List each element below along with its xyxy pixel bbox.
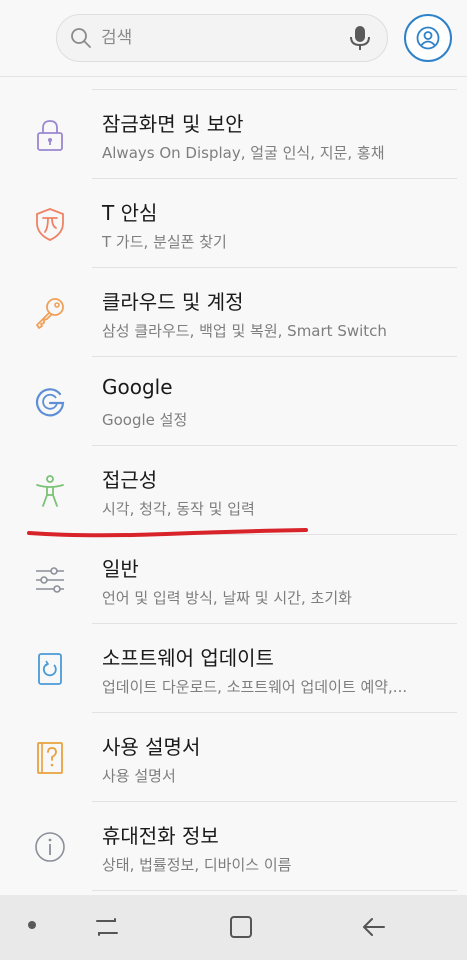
software-update-icon [38,653,62,685]
profile-icon [416,26,440,50]
item-title: 접근성 [102,468,158,492]
item-title: T 안심 [102,201,158,225]
item-title: 클라우드 및 계정 [102,290,244,314]
item-subtitle: 상태, 법률정보, 디바이스 이름 [102,856,292,874]
header [0,0,467,77]
item-subtitle: Google 설정 [102,411,188,429]
keyboard-toggle-dot[interactable] [28,921,36,929]
navigation-bar [0,895,467,960]
microphone-icon[interactable] [349,25,371,51]
item-subtitle: 시각, 청각, 동작 및 입력 [102,500,255,518]
manual-icon [37,742,63,774]
item-subtitle: 업데이트 다운로드, 소프트웨어 업데이트 예약,... [102,678,408,696]
settings-item-software-update[interactable]: 소프트웨어 업데이트 업데이트 다운로드, 소프트웨어 업데이트 예약,... [0,624,467,713]
search-input[interactable] [101,23,341,53]
settings-item-user-manual[interactable]: 사용 설명서 사용 설명서 [0,713,467,802]
item-subtitle: T 가드, 분실폰 찾기 [102,233,227,251]
search-icon [71,28,91,48]
key-icon [36,298,64,329]
accessibility-icon [36,475,64,507]
item-title: 휴대전화 정보 [102,824,219,848]
google-icon [35,388,65,417]
annotation-underline [27,528,308,538]
profile-button[interactable] [404,14,452,62]
divider [92,890,457,891]
item-title: 잠금화면 및 보안 [102,112,244,136]
settings-item-t-safe[interactable]: T 안심 T 가드, 분실폰 찾기 [0,179,467,268]
item-subtitle: 언어 및 입력 방식, 날짜 및 시간, 초기화 [102,589,352,607]
settings-item-general[interactable]: 일반 언어 및 입력 방식, 날짜 및 시간, 초기화 [0,535,467,624]
item-subtitle: 사용 설명서 [102,767,176,785]
item-title: 일반 [102,557,139,581]
item-subtitle: 삼성 클라우드, 백업 및 복원, Smart Switch [102,322,387,340]
sliders-icon [36,567,64,593]
settings-list: 잠금화면 및 보안 Always On Display, 얼굴 인식, 지문, … [0,76,467,895]
t-shield-icon [36,208,64,241]
home-icon[interactable] [227,913,255,941]
settings-item-google[interactable]: Google Google 설정 [0,357,467,446]
settings-item-cloud-accounts[interactable]: 클라우드 및 계정 삼성 클라우드, 백업 및 복원, Smart Switch [0,268,467,357]
recent-apps-icon[interactable] [93,913,121,941]
search-bar[interactable] [56,14,388,62]
lock-icon [37,120,63,151]
item-title: 소프트웨어 업데이트 [102,646,274,670]
item-title: Google [102,375,173,399]
item-title: 사용 설명서 [102,735,201,759]
settings-item-lock-screen[interactable]: 잠금화면 및 보안 Always On Display, 얼굴 인식, 지문, … [0,90,467,179]
info-icon [35,832,65,862]
item-subtitle: Always On Display, 얼굴 인식, 지문, 홍채 [102,144,385,162]
back-icon[interactable] [360,913,388,941]
settings-item-phone-info[interactable]: 휴대전화 정보 상태, 법률정보, 디바이스 이름 [0,802,467,891]
